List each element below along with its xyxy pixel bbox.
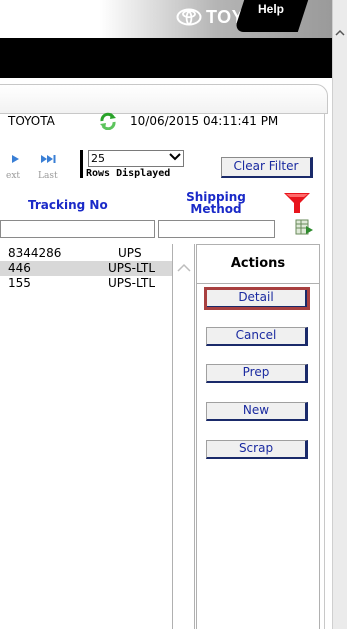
rows-displayed-label: Rows Displayed [86, 168, 171, 179]
panel-tab-header [0, 84, 328, 114]
column-header-shipping[interactable]: Shipping Method [180, 191, 252, 215]
tracking-cell: 446 [8, 261, 31, 275]
column-header-tracking[interactable]: Tracking No [28, 198, 108, 212]
top-banner: TOYOTA Help [0, 0, 332, 38]
table-row[interactable]: 446 UPS-LTL [0, 261, 172, 276]
prep-button[interactable]: Prep [206, 364, 308, 383]
grid-scrollbar-track [172, 244, 173, 629]
refresh-icon[interactable] [98, 112, 118, 130]
table-row[interactable]: 155 UPS-LTL [0, 276, 172, 291]
tracking-cell: 155 [8, 276, 31, 290]
pager-divider [80, 150, 83, 178]
shipping-cell: UPS-LTL [108, 261, 156, 275]
browser-scrollbar[interactable] [332, 0, 347, 629]
tracking-cell: 8344286 [8, 246, 62, 260]
timestamp: 10/06/2015 04:11:41 PM [130, 114, 279, 128]
shipping-cell: UPS [118, 246, 142, 260]
help-link[interactable]: Help [258, 2, 284, 16]
rows-select-value: 25 [91, 152, 105, 165]
new-button[interactable]: New [206, 402, 308, 421]
filter-funnel-icon[interactable] [282, 191, 312, 215]
shipping-filter-input[interactable] [158, 220, 275, 238]
grid-scroll-up-icon[interactable] [176, 262, 192, 274]
actions-header: Actions [196, 244, 320, 284]
toyota-emblem-icon [176, 8, 202, 26]
cancel-button[interactable]: Cancel [206, 327, 308, 346]
tracking-filter-input[interactable] [0, 220, 155, 238]
last-page-icon[interactable] [40, 152, 58, 166]
clear-filter-button[interactable]: Clear Filter [221, 157, 313, 178]
company-name: TOYOTA [8, 114, 55, 128]
last-page-label[interactable]: Last [38, 171, 58, 181]
scrap-button[interactable]: Scrap [206, 440, 308, 459]
export-excel-icon[interactable] [294, 218, 314, 236]
nav-bar [0, 38, 332, 78]
next-page-icon[interactable] [10, 152, 24, 166]
panel-border [324, 114, 325, 629]
next-page-label[interactable]: ext [6, 171, 20, 181]
table-row[interactable]: 8344286 UPS [0, 246, 172, 261]
scroll-up-arrow-icon[interactable] [335, 28, 345, 38]
grid-divider [194, 244, 195, 629]
shipping-cell: UPS-LTL [108, 276, 156, 290]
chevron-down-icon[interactable] [168, 151, 182, 163]
detail-button[interactable]: Detail [204, 287, 310, 310]
